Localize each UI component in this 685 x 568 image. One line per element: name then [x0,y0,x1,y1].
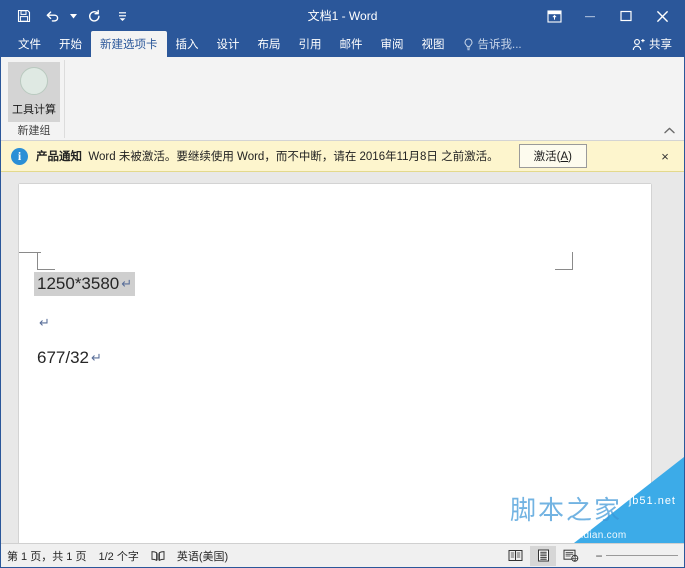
product-notice-bar: i 产品通知 Word 未被激活。要继续使用 Word，而不中断，请在 2016… [1,141,684,172]
minimize-icon[interactable] [572,1,608,31]
tool-calculate-icon [20,67,48,95]
status-language[interactable]: 英语(美国) [177,548,228,564]
info-icon: i [11,147,28,165]
close-notice-icon[interactable]: × [654,145,676,167]
tab-layout[interactable]: 布局 [249,31,290,57]
undo-dropdown-icon[interactable] [67,4,79,28]
ribbon-group-title: 新建组 [17,125,51,137]
zoom-out-button[interactable]: − [592,549,606,563]
window-controls [536,1,684,31]
proofing-errors-icon[interactable] [151,550,165,562]
margin-marker-left-extension [19,252,41,253]
pilcrow-icon: ↵ [39,315,50,330]
pilcrow-icon: ↵ [121,276,133,291]
web-layout-view-button[interactable] [558,546,584,566]
undo-icon[interactable] [39,4,65,28]
tool-calculate-label: 工具计算 [12,104,56,116]
activate-button[interactable]: 激活(A) [518,144,587,168]
activate-button-key: A [560,151,569,163]
document-line-3-text: 677/32 [37,348,89,367]
title-bar: 文档1 - Word [1,1,684,31]
quick-access-toolbar [1,4,135,28]
zoom-control[interactable]: − [592,549,678,563]
chevron-up-icon [663,127,675,133]
tab-file[interactable]: 文件 [9,31,50,57]
tab-insert[interactable]: 插入 [167,31,208,57]
print-layout-view-button[interactable] [530,545,556,566]
document-line-2[interactable]: ↵ [37,315,50,331]
ribbon-group-new-group: 工具计算 新建组 [4,60,65,138]
ribbon-display-options-icon[interactable] [536,1,572,31]
tab-view[interactable]: 视图 [413,31,454,57]
collapse-ribbon-button[interactable] [660,122,678,138]
save-icon[interactable] [11,4,37,28]
document-page[interactable]: 1250*3580 ↵ ↵ 677/32 ↵ [19,184,651,543]
notice-message: 产品通知 Word 未被激活。要继续使用 Word，而不中断，请在 2016年1… [36,148,499,164]
tool-calculate-button[interactable]: 工具计算 [8,62,60,122]
tab-new-tab[interactable]: 新建选项卡 [91,31,167,57]
share-label: 共享 [649,39,672,51]
tab-home[interactable]: 开始 [50,31,91,57]
tab-design[interactable]: 设计 [208,31,249,57]
document-line-1[interactable]: 1250*3580 ↵ [34,272,136,296]
ribbon-content: 工具计算 新建组 [1,57,684,141]
zoom-slider-track[interactable] [606,555,678,556]
activate-button-prefix: 激活( [533,151,561,163]
tab-mailings[interactable]: 邮件 [331,31,372,57]
customize-qat-icon[interactable] [109,4,135,28]
tell-me-label: 告诉我... [477,39,522,51]
maximize-icon[interactable] [608,1,644,31]
margin-marker-top-right [555,252,573,270]
status-bar: 第 1 页，共 1 页 1/2 个字 英语(美国) − [1,543,684,567]
close-icon[interactable] [644,1,680,31]
status-page-count[interactable]: 第 1 页，共 1 页 [7,548,86,564]
tell-me-box[interactable]: 告诉我... [454,31,531,57]
word-window: 文档1 - Word 文件 开始 新建选项卡 插入 设计 布局 引用 邮件 审阅… [0,0,685,568]
tab-references[interactable]: 引用 [290,31,331,57]
margin-marker-top-left [37,252,55,270]
redo-icon[interactable] [81,4,107,28]
activate-button-suffix: ) [568,151,572,163]
share-button[interactable]: 共享 [622,31,682,57]
tab-review[interactable]: 审阅 [372,31,413,57]
lightbulb-icon [464,37,472,50]
document-line-3[interactable]: 677/32 ↵ [37,348,102,368]
person-icon [632,38,645,50]
notice-body: Word 未被激活。要继续使用 Word，而不中断，请在 2016年11月8日 … [88,151,499,163]
ribbon-group-body: 工具计算 [8,60,60,122]
pilcrow-icon: ↵ [91,350,102,365]
status-word-count[interactable]: 1/2 个字 [98,548,138,564]
read-mode-view-button[interactable] [502,546,528,566]
status-right-group: − [502,545,678,566]
document-line-1-text: 1250*3580 [37,274,120,293]
document-area[interactable]: 1250*3580 ↵ ↵ 677/32 ↵ 脚本之家 jb51.net jiaoc… [1,172,684,543]
ribbon-tab-bar: 文件 开始 新建选项卡 插入 设计 布局 引用 邮件 审阅 视图 告诉我... … [1,31,684,57]
notice-title: 产品通知 [36,151,82,163]
